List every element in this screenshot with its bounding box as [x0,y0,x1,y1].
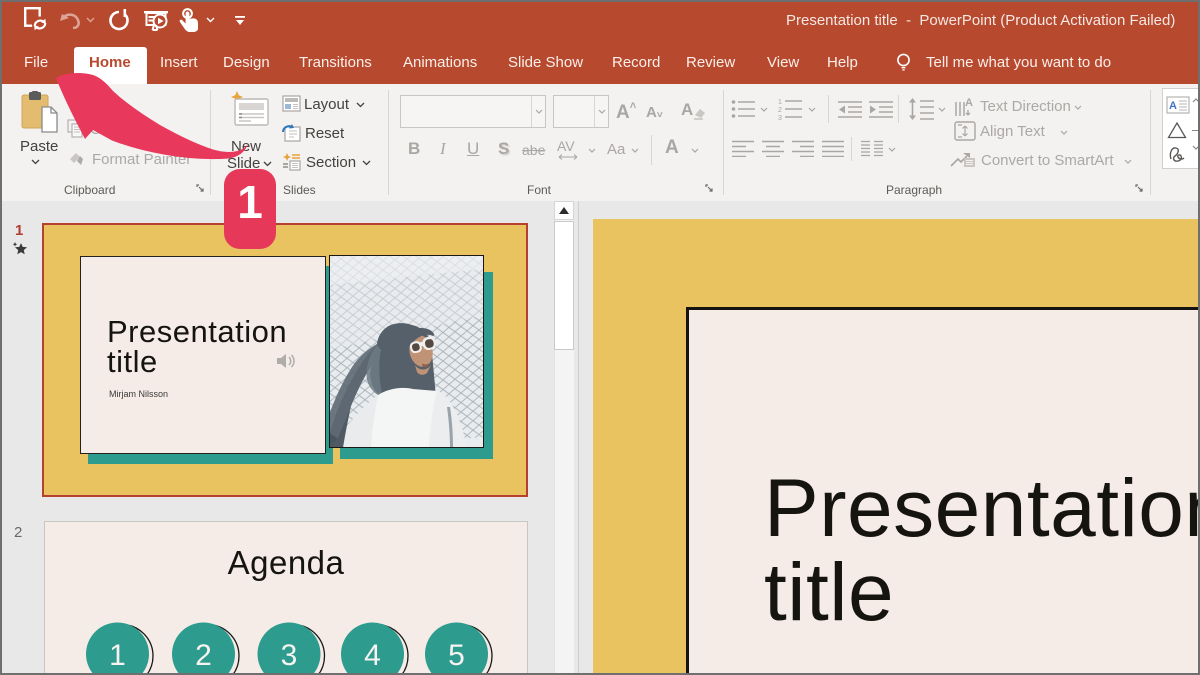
svg-text:3: 3 [778,115,782,120]
svg-text:1: 1 [109,639,126,672]
svg-text:3: 3 [281,639,298,672]
svg-text:A: A [965,97,973,109]
svg-text:A: A [1169,100,1177,112]
svg-text:4: 4 [364,639,381,672]
svg-text:5: 5 [448,639,465,672]
svg-text:2: 2 [778,107,782,114]
svg-text:2: 2 [195,639,212,672]
svg-text:1: 1 [778,99,782,106]
